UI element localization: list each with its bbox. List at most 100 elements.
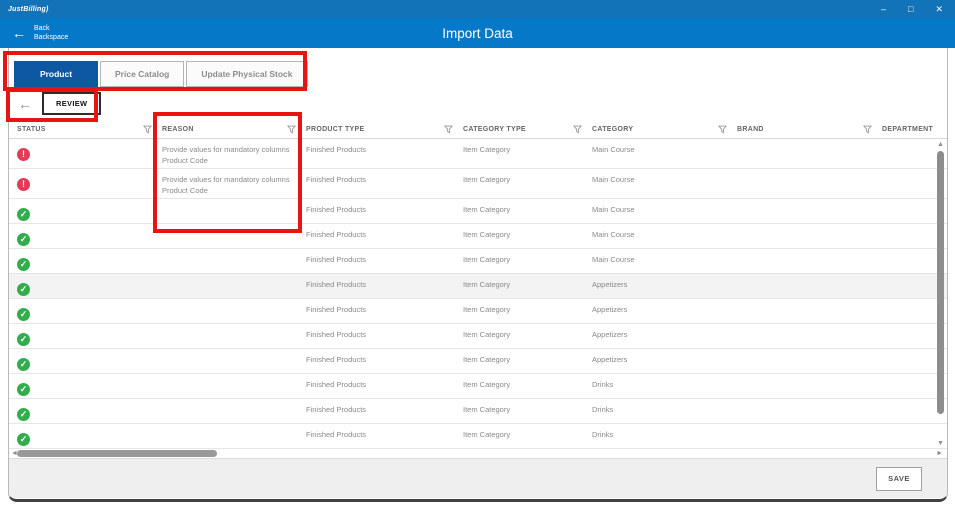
filter-icon[interactable] (718, 125, 727, 134)
product-type-cell: Finished Products (306, 139, 463, 155)
table-row[interactable]: ✓ Finished Products Item Category Appeti… (9, 274, 947, 299)
category-type-cell: Item Category (463, 374, 592, 390)
column-header-label: STATUS (17, 126, 46, 133)
close-button[interactable]: ✕ (935, 0, 943, 18)
filter-icon[interactable] (444, 125, 453, 134)
vertical-scroll-thumb[interactable] (937, 151, 944, 414)
status-icon: ✓ (17, 383, 30, 396)
save-button[interactable]: SAVE (876, 467, 922, 491)
product-type-cell: Finished Products (306, 249, 463, 265)
column-header[interactable]: STATUS (17, 125, 162, 134)
column-header[interactable]: CATEGORY (592, 125, 737, 134)
app-logo: JustBilling) (8, 6, 49, 13)
scroll-up-icon[interactable]: ▲ (936, 141, 945, 148)
category-type-cell: Item Category (463, 274, 592, 290)
category-cell: Main Course (592, 249, 737, 265)
table-row[interactable]: ! Provide values for mandatory columns P… (9, 139, 947, 169)
status-icon: ! (17, 178, 30, 191)
department-cell (882, 349, 938, 354)
scroll-right-icon[interactable]: ► (936, 449, 943, 458)
maximize-button[interactable]: □ (908, 0, 913, 18)
table-row[interactable]: ✓ Finished Products Item Category Main C… (9, 224, 947, 249)
back-arrow-grey-icon[interactable]: ← (18, 96, 32, 112)
table-row[interactable]: ✓ Finished Products Item Category Main C… (9, 199, 947, 224)
category-type-cell: Item Category (463, 249, 592, 265)
tab-product[interactable]: Product (14, 61, 98, 87)
category-cell: Appetizers (592, 349, 737, 365)
reason-cell (162, 424, 306, 429)
tab-update-physical-stock[interactable]: Update Physical Stock (186, 61, 307, 87)
status-cell: ! (17, 139, 162, 161)
column-header[interactable]: BRAND (737, 125, 882, 134)
table-row[interactable]: ✓ Finished Products Item Category Main C… (9, 249, 947, 274)
brand-cell (737, 299, 882, 304)
product-type-cell: Finished Products (306, 274, 463, 290)
category-cell: Appetizers (592, 274, 737, 290)
reason-cell (162, 374, 306, 379)
table-row[interactable]: ✓ Finished Products Item Category Appeti… (9, 349, 947, 374)
filter-icon[interactable] (287, 125, 296, 134)
table-row[interactable]: ✓ Finished Products Item Category Drinks (9, 374, 947, 399)
column-header[interactable]: CATEGORY TYPE (463, 125, 592, 134)
status-cell: ✓ (17, 324, 162, 346)
reason-cell (162, 324, 306, 329)
status-cell: ✓ (17, 199, 162, 221)
horizontal-scrollbar[interactable]: ◄ ► (9, 449, 947, 458)
column-header[interactable]: REASON (162, 125, 306, 134)
product-type-cell: Finished Products (306, 169, 463, 185)
category-type-cell: Item Category (463, 424, 592, 440)
category-type-cell: Item Category (463, 349, 592, 365)
product-type-cell: Finished Products (306, 349, 463, 365)
filter-icon[interactable] (573, 125, 582, 134)
reason-cell (162, 349, 306, 354)
category-type-cell: Item Category (463, 324, 592, 340)
status-cell: ✓ (17, 374, 162, 396)
reason-cell: Provide values for mandatory columns Pro… (162, 139, 306, 167)
department-cell (882, 374, 938, 379)
status-cell: ✓ (17, 349, 162, 371)
minimize-button[interactable]: – (881, 0, 886, 18)
column-header[interactable]: PRODUCT TYPE (306, 125, 463, 134)
column-header[interactable]: DEPARTMENT (882, 126, 938, 133)
brand-cell (737, 224, 882, 229)
category-type-cell: Item Category (463, 139, 592, 155)
category-cell: Main Course (592, 199, 737, 215)
brand-cell (737, 399, 882, 404)
status-icon: ✓ (17, 283, 30, 296)
column-header-label: PRODUCT TYPE (306, 126, 364, 133)
table-row[interactable]: ! Provide values for mandatory columns P… (9, 169, 947, 199)
reason-cell (162, 199, 306, 204)
table-row[interactable]: ✓ Finished Products Item Category Drinks (9, 424, 947, 449)
filter-icon[interactable] (143, 125, 152, 134)
table-row[interactable]: ✓ Finished Products Item Category Appeti… (9, 324, 947, 349)
column-header-label: BRAND (737, 126, 764, 133)
status-cell: ✓ (17, 274, 162, 296)
brand-cell (737, 199, 882, 204)
table-row[interactable]: ✓ Finished Products Item Category Drinks (9, 399, 947, 424)
table-row[interactable]: ✓ Finished Products Item Category Appeti… (9, 299, 947, 324)
reason-cell: Provide values for mandatory columns Pro… (162, 169, 306, 197)
status-icon: ! (17, 148, 30, 161)
window-titlebar: JustBilling) – □ ✕ (0, 0, 955, 18)
status-cell: ✓ (17, 424, 162, 446)
filter-icon[interactable] (863, 125, 872, 134)
department-cell (882, 139, 938, 144)
status-icon: ✓ (17, 333, 30, 346)
category-cell: Main Course (592, 169, 737, 185)
scroll-down-icon[interactable]: ▼ (936, 440, 945, 447)
tab-price-catalog[interactable]: Price Catalog (100, 61, 184, 87)
department-cell (882, 274, 938, 279)
reason-cell (162, 299, 306, 304)
column-header-label: DEPARTMENT (882, 126, 933, 133)
status-icon: ✓ (17, 408, 30, 421)
footer-bar: SAVE (9, 458, 947, 498)
category-cell: Appetizers (592, 324, 737, 340)
review-button[interactable]: REVIEW (42, 92, 101, 115)
horizontal-scroll-thumb[interactable] (17, 450, 217, 457)
product-type-cell: Finished Products (306, 374, 463, 390)
category-cell: Main Course (592, 224, 737, 240)
brand-cell (737, 324, 882, 329)
product-type-cell: Finished Products (306, 424, 463, 440)
category-type-cell: Item Category (463, 399, 592, 415)
vertical-scrollbar[interactable]: ▲ ▼ (936, 141, 945, 447)
